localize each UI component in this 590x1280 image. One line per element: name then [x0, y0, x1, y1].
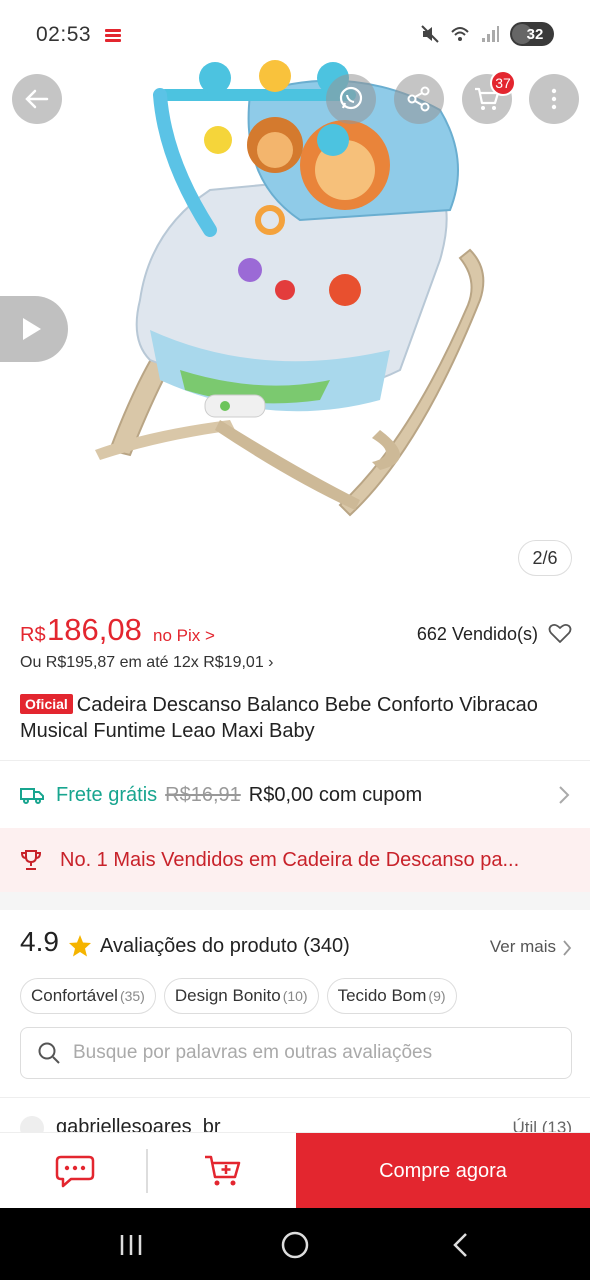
section-gap — [0, 892, 590, 910]
ranking-text: No. 1 Mais Vendidos em Cadeira de Descan… — [60, 848, 520, 871]
review-tag-chip[interactable]: Tecido Bom (9) — [326, 978, 457, 1014]
chat-icon — [55, 1155, 95, 1188]
price-row: R$ 186,08 no Pix > 662 Vendido(s) — [20, 612, 572, 652]
review-tag-chip[interactable]: Design Bonito (10) — [163, 978, 319, 1014]
truck-icon — [20, 788, 44, 804]
status-bar: 02:53 32 — [0, 0, 590, 70]
recent-apps-icon[interactable] — [116, 1230, 146, 1260]
share-button[interactable] — [394, 74, 444, 124]
bottom-action-bar: Compre agora — [0, 1132, 590, 1209]
chevron-right-icon — [559, 786, 570, 804]
reviews-title: Avaliações do produto (340) — [100, 935, 350, 957]
status-time: 02:53 — [36, 23, 92, 46]
back-arrow-icon — [25, 89, 49, 109]
whatsapp-icon — [339, 86, 363, 110]
system-nav-bar — [0, 1208, 590, 1280]
chevron-right-icon — [563, 940, 572, 956]
pix-link[interactable]: no Pix > — [153, 626, 215, 646]
cart-button[interactable]: 37 — [462, 70, 516, 124]
sold-count: 662 Vendido(s) — [416, 624, 538, 644]
buy-now-button[interactable]: Compre agora — [296, 1133, 590, 1209]
mute-icon — [421, 25, 439, 43]
more-icon — [551, 88, 557, 110]
status-icons: 32 — [420, 22, 554, 46]
ranking-banner[interactable]: No. 1 Mais Vendidos em Cadeira de Descan… — [0, 828, 590, 892]
divider — [0, 1097, 590, 1098]
price-value: 186,08 — [47, 612, 142, 647]
review-search-box[interactable] — [20, 1027, 572, 1079]
cart-count-badge: 37 — [490, 70, 516, 96]
image-counter: 2/6 — [518, 540, 572, 576]
review-tags: Confortável (35) Design Bonito (10) Tecido… — [20, 978, 457, 1014]
review-search-input[interactable] — [73, 1042, 543, 1064]
product-gallery[interactable]: 02:53 32 37 2/6 — [0, 0, 590, 600]
add-cart-icon — [205, 1155, 241, 1186]
battery-indicator: 32 — [510, 22, 554, 46]
whatsapp-button[interactable] — [326, 74, 376, 124]
more-options-button[interactable] — [529, 74, 579, 124]
official-badge: Oficial — [20, 694, 73, 714]
back-button[interactable] — [12, 74, 62, 124]
shipping-row[interactable]: Frete grátis R$16,91 R$0,00 com cupom — [0, 762, 590, 828]
product-title-text: Cadeira Descanso Balanco Bebe Conforto V… — [20, 694, 538, 742]
back-nav-icon[interactable] — [446, 1230, 476, 1260]
product-title: Oficial Cadeira Descanso Balanco Bebe Con… — [20, 692, 580, 744]
wifi-icon — [451, 27, 469, 41]
heart-icon[interactable] — [548, 622, 572, 644]
free-shipping-label: Frete grátis — [56, 783, 158, 806]
add-to-cart-button[interactable] — [188, 1147, 258, 1195]
share-icon — [407, 86, 430, 112]
trophy-icon — [20, 850, 42, 870]
old-shipping-price: R$16,91 — [165, 783, 241, 806]
chat-button[interactable] — [40, 1147, 110, 1195]
reviews-header: 4.9 Avaliações do produto (340) Ver mais — [20, 926, 572, 966]
app-notification-icon — [105, 28, 122, 42]
installments-link[interactable]: Ou R$195,87 em até 12x R$19,01 › — [20, 654, 274, 672]
home-icon[interactable] — [280, 1230, 310, 1260]
search-icon — [38, 1042, 60, 1064]
play-icon — [23, 318, 41, 340]
divider — [146, 1149, 148, 1193]
price-currency: R$ — [20, 624, 46, 646]
star-icon — [69, 935, 91, 957]
review-tag-chip[interactable]: Confortável (35) — [20, 978, 156, 1014]
signal-icon — [482, 26, 499, 42]
rating-value: 4.9 — [20, 926, 59, 957]
divider — [0, 760, 590, 761]
see-more-link[interactable]: Ver mais — [490, 937, 556, 957]
play-video-button[interactable] — [0, 296, 68, 362]
shipping-coupon-text: R$0,00 com cupom — [248, 783, 423, 806]
